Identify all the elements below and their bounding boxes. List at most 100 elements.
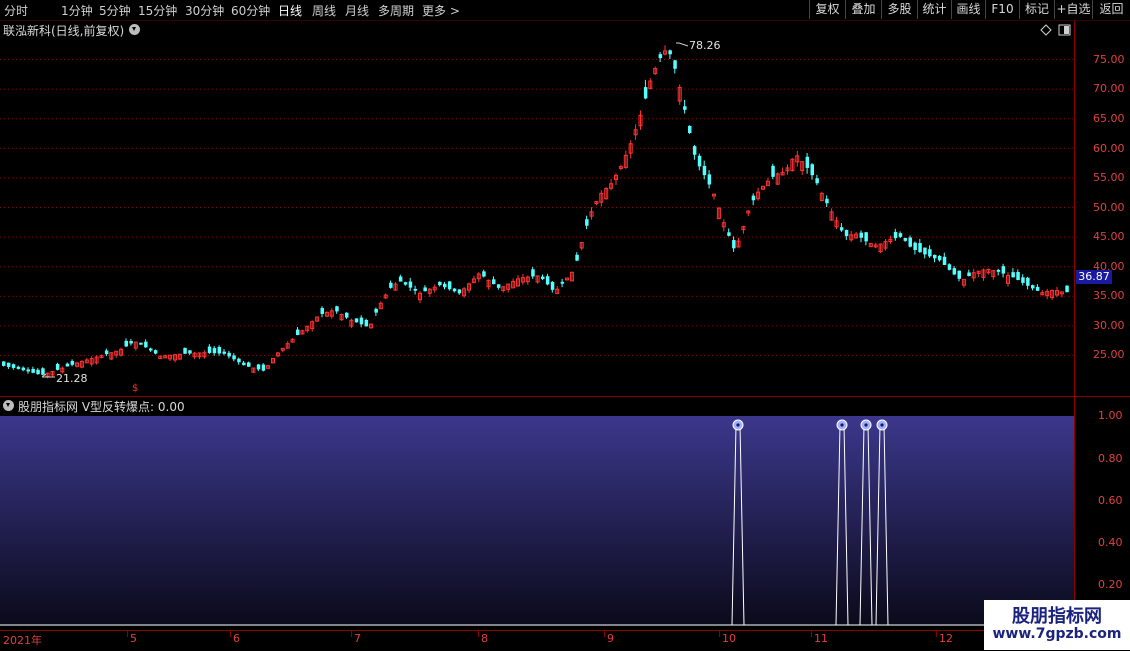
candle [864, 232, 868, 246]
date-tick [478, 631, 479, 637]
candle-body [668, 50, 672, 55]
candle-body [908, 237, 912, 247]
period-tab-5min[interactable]: 5分钟 [99, 2, 131, 19]
period-tab-60min[interactable]: 60分钟 [231, 2, 270, 19]
candle [1045, 288, 1050, 300]
candle [177, 353, 182, 361]
candle [761, 185, 765, 191]
mark-button[interactable]: 标记 [1019, 0, 1054, 19]
candle [324, 311, 329, 317]
restore-rights-button[interactable]: 复权 [809, 0, 845, 19]
candle [937, 255, 942, 262]
candle [398, 274, 403, 282]
f10-button[interactable]: F10 [985, 0, 1019, 19]
candle-body [751, 195, 756, 201]
candle-body [16, 366, 21, 369]
period-tab-daily[interactable]: 日线 [278, 2, 302, 19]
candle [957, 270, 961, 282]
candle [1055, 286, 1059, 298]
candles [2, 45, 1069, 379]
indicator-axis-label: 0.40 [1098, 536, 1123, 549]
candle-body [144, 341, 148, 348]
candle-body [408, 281, 413, 288]
candle-body [727, 232, 731, 236]
add-watchlist-button[interactable]: +自选 [1054, 0, 1092, 19]
candle-body [859, 232, 863, 238]
candle [139, 342, 143, 345]
period-tab-weekly[interactable]: 周线 [312, 2, 336, 19]
back-button[interactable]: 返回 [1092, 0, 1130, 19]
candle [266, 364, 271, 370]
chevron-down-icon[interactable] [3, 400, 14, 411]
candle [741, 225, 746, 234]
price-axis-label: 60.00 [1093, 142, 1125, 155]
period-tab-monthly[interactable]: 月线 [345, 2, 369, 19]
candle [933, 254, 937, 263]
candle [599, 190, 604, 207]
candle-body [683, 106, 687, 110]
candle [75, 361, 79, 368]
candle-body [11, 364, 16, 368]
period-tab-15min[interactable]: 15分钟 [138, 2, 177, 19]
candle [658, 51, 663, 63]
candle [443, 281, 447, 290]
candle [290, 338, 295, 343]
candle [21, 366, 26, 372]
candle-body [996, 269, 1001, 272]
candlestick-chart[interactable]: 78.26 21.28 $ [0, 38, 1074, 396]
candle [227, 350, 231, 359]
diamond-icon[interactable] [1040, 24, 1052, 36]
indicator-axis-label: 0.60 [1098, 494, 1123, 507]
candle [545, 273, 550, 286]
high-marker: 78.26 [676, 39, 721, 52]
candle [712, 193, 716, 200]
price-axis-label: 75.00 [1093, 53, 1125, 66]
candle [31, 366, 35, 374]
candle [688, 125, 692, 134]
indicator-chart[interactable] [0, 415, 1074, 630]
period-tab-multi[interactable]: 多周期 [378, 2, 414, 19]
candle-body [805, 156, 810, 168]
multi-stock-button[interactable]: 多股 [881, 0, 917, 19]
candle [623, 150, 628, 169]
period-tab-30min[interactable]: 30分钟 [185, 2, 224, 19]
candle [805, 152, 810, 174]
candle [854, 231, 859, 239]
candle-body [398, 276, 403, 282]
candle-body [643, 87, 648, 99]
overlay-button[interactable]: 叠加 [845, 0, 881, 19]
period-tab-1min[interactable]: 1分钟 [61, 2, 93, 19]
candle-body [702, 165, 707, 176]
candle [859, 230, 863, 243]
candle [976, 270, 981, 278]
candle [952, 266, 957, 276]
candle [84, 358, 89, 364]
price-axis-label: 45.00 [1093, 230, 1125, 243]
candle [349, 318, 354, 328]
statistics-button[interactable]: 统计 [917, 0, 951, 19]
candle [928, 245, 932, 258]
candle-body [545, 276, 550, 285]
candle [795, 150, 800, 167]
candle-body [247, 362, 251, 367]
draw-line-button[interactable]: 画线 [951, 0, 985, 19]
candle [364, 318, 369, 327]
candle [825, 195, 829, 208]
candle-body [207, 346, 212, 353]
candle [883, 238, 888, 251]
candle [868, 242, 873, 248]
panel-toggle-icon[interactable] [1058, 24, 1071, 36]
period-tab-intraday[interactable]: 分时 [4, 2, 28, 19]
candle [335, 305, 339, 314]
candle [129, 338, 133, 346]
candle-body [1016, 272, 1020, 280]
candle [594, 200, 599, 206]
chevron-down-icon[interactable] [129, 24, 140, 35]
candle [188, 350, 192, 356]
candle [158, 355, 163, 360]
candle-body [65, 363, 70, 367]
period-tab-more[interactable]: 更多 > [422, 2, 460, 19]
indicator-axis-label: 0.80 [1098, 452, 1123, 465]
candle [418, 291, 422, 304]
candle [732, 236, 736, 252]
